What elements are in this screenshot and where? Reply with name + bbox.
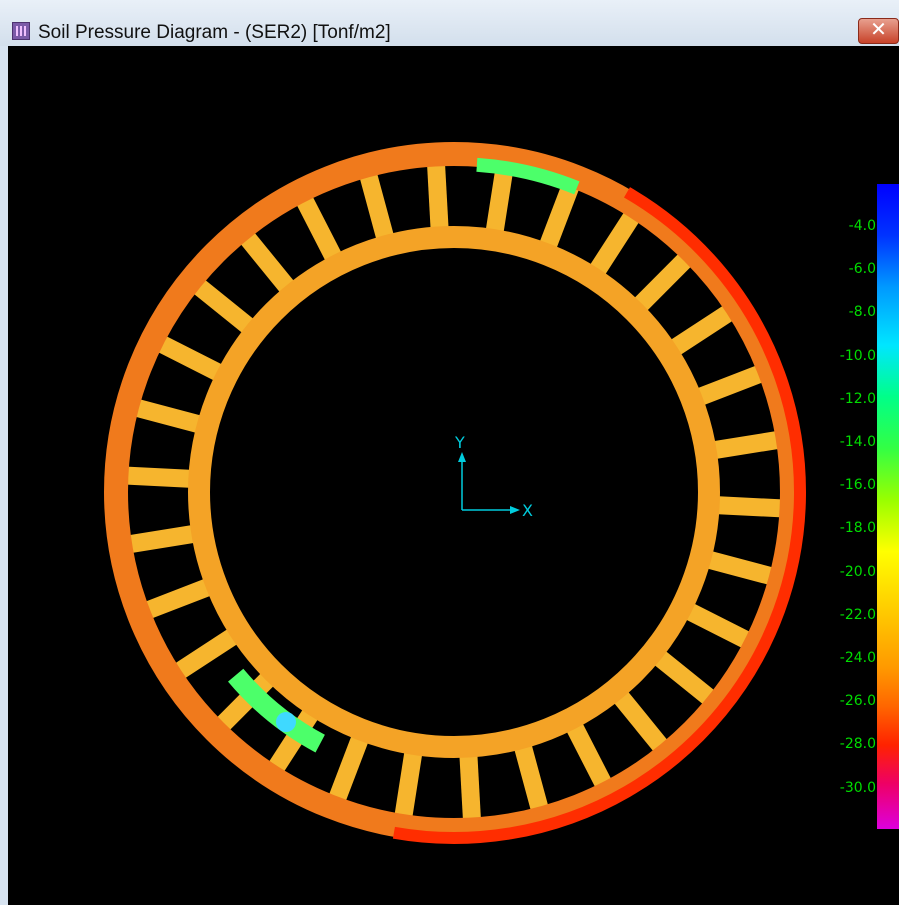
soil-pressure-window: Soil Pressure Diagram - (SER2) [Tonf/m2]… — [0, 0, 899, 905]
legend-value: -6.0 — [848, 261, 876, 278]
lowest-pressure-spot — [276, 712, 296, 732]
legend-value: -28.0 — [839, 736, 876, 753]
legend-value: -14.0 — [839, 434, 876, 450]
legend-value: -4.0 — [848, 218, 876, 234]
y-axis-label: Y — [454, 433, 465, 452]
legend-value: -30.0 — [839, 779, 876, 796]
legend-value: -26.0 — [839, 693, 876, 710]
legend-value: -18.0 — [839, 520, 876, 537]
outer-ring-beam — [104, 142, 804, 842]
legend-value: -10.0 — [839, 347, 876, 364]
legend-value: -20.0 — [839, 563, 876, 580]
legend-value: -12.0 — [839, 390, 876, 407]
inner-ring-beam — [188, 226, 720, 758]
x-axis-label: X — [522, 501, 533, 520]
axis-indicator: Y X — [454, 433, 533, 520]
legend-value: -16.0 — [839, 477, 876, 494]
legend-color-bar — [877, 184, 899, 829]
legend-value: -24.0 — [839, 650, 876, 666]
legend-value: -8.0 — [848, 304, 876, 321]
ring-foundation-diagram: Y X — [104, 142, 806, 844]
legend-value: -22.0 — [839, 606, 876, 623]
